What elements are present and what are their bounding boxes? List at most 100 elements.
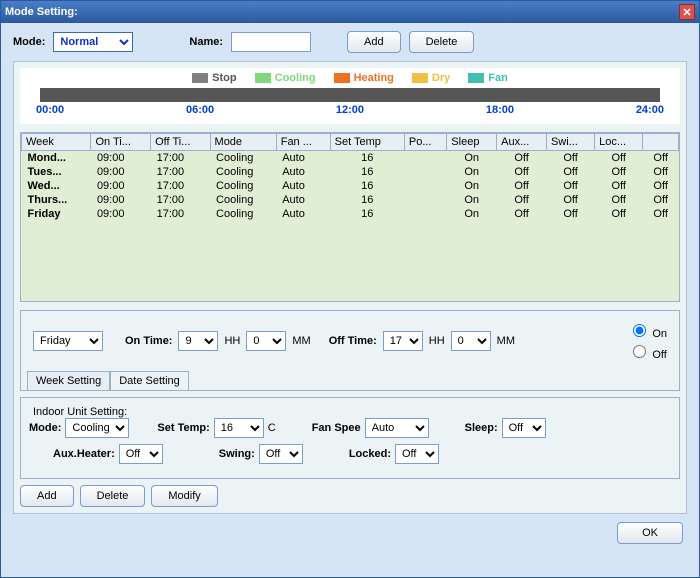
table-cell: 17:00	[151, 165, 210, 179]
settemp-label: Set Temp:	[157, 422, 209, 434]
delete-schedule-button[interactable]: Delete	[80, 485, 146, 507]
table-cell	[404, 179, 446, 193]
table-cell: Auto	[276, 165, 330, 179]
table-row[interactable]: Thurs...09:0017:00CoolingAuto16OnOffOffO…	[22, 193, 679, 207]
swing-label: Swing:	[219, 448, 255, 460]
day-select[interactable]: Friday	[33, 331, 103, 351]
mode-label: Mode:	[13, 36, 45, 48]
table-cell: On	[447, 193, 497, 207]
table-cell: Auto	[276, 151, 330, 166]
table-cell: 17:00	[151, 151, 210, 166]
table-cell: Off	[546, 179, 594, 193]
sleep-select[interactable]: Off	[502, 418, 546, 438]
on-mm-select[interactable]: 0	[246, 331, 286, 351]
table-cell: On	[447, 179, 497, 193]
table-cell: Off	[595, 179, 643, 193]
ok-button[interactable]: OK	[617, 522, 683, 544]
legend-item: Dry	[412, 72, 450, 84]
add-button[interactable]: Add	[347, 31, 401, 53]
tab-date-setting[interactable]: Date Setting	[110, 371, 189, 390]
legend-item: Heating	[334, 72, 394, 84]
mode-select[interactable]: Normal	[53, 32, 133, 52]
table-cell: Off	[643, 193, 679, 207]
table-cell: Wed...	[22, 179, 91, 193]
time-labels: 00:0006:0012:0018:0024:00	[36, 104, 664, 116]
column-header[interactable]: Swi...	[546, 134, 594, 151]
table-cell: Tues...	[22, 165, 91, 179]
table-cell: Off	[497, 207, 547, 221]
column-header[interactable]: Fan ...	[276, 134, 330, 151]
table-cell: Cooling	[210, 165, 276, 179]
column-header[interactable]: Week	[22, 134, 91, 151]
table-cell: Off	[497, 193, 547, 207]
table-row[interactable]: Wed...09:0017:00CoolingAuto16OnOffOffOff…	[22, 179, 679, 193]
tab-week-setting[interactable]: Week Setting	[27, 371, 110, 390]
table-cell: On	[447, 207, 497, 221]
table-cell: 16	[330, 193, 404, 207]
settemp-select[interactable]: 16	[214, 418, 264, 438]
table-cell: Off	[546, 207, 594, 221]
column-header[interactable]: Mode	[210, 134, 276, 151]
legend-item: Cooling	[255, 72, 316, 84]
table-cell: Off	[643, 179, 679, 193]
swing-select[interactable]: Off	[259, 444, 303, 464]
timeline-bar	[40, 88, 660, 102]
name-input[interactable]	[231, 32, 311, 52]
fanspeed-select[interactable]: Auto	[365, 418, 429, 438]
table-cell: On	[447, 165, 497, 179]
table-row[interactable]: Tues...09:0017:00CoolingAuto16OnOffOffOf…	[22, 165, 679, 179]
delete-button[interactable]: Delete	[409, 31, 475, 53]
table-cell: Off	[546, 151, 594, 166]
indoor-mode-label: Mode:	[29, 422, 61, 434]
ontime-label: On Time:	[125, 335, 172, 347]
time-tick: 12:00	[336, 104, 364, 116]
off-hh-select[interactable]: 17	[383, 331, 423, 351]
add-schedule-button[interactable]: Add	[20, 485, 74, 507]
time-tick: 24:00	[636, 104, 664, 116]
table-cell: Off	[497, 151, 547, 166]
offtime-label: Off Time:	[329, 335, 377, 347]
mm-label: MM	[292, 335, 310, 347]
time-tick: 00:00	[36, 104, 64, 116]
column-header[interactable]	[643, 134, 679, 151]
table-cell: Mond...	[22, 151, 91, 166]
locked-select[interactable]: Off	[395, 444, 439, 464]
table-cell: Cooling	[210, 193, 276, 207]
table-row[interactable]: Friday09:0017:00CoolingAuto16OnOffOffOff…	[22, 207, 679, 221]
column-header[interactable]: Aux...	[497, 134, 547, 151]
table-cell: Cooling	[210, 151, 276, 166]
close-icon[interactable]: ✕	[679, 4, 695, 20]
table-cell: Off	[546, 193, 594, 207]
table-cell: Off	[497, 165, 547, 179]
table-cell: 16	[330, 179, 404, 193]
aux-label: Aux.Heater:	[53, 448, 115, 460]
column-header[interactable]: Set Temp	[330, 134, 404, 151]
table-row[interactable]: Mond...09:0017:00CoolingAuto16OnOffOffOf…	[22, 151, 679, 166]
table-cell: Auto	[276, 193, 330, 207]
column-header[interactable]: Off Ti...	[151, 134, 210, 151]
indoor-mode-select[interactable]: Cooling	[65, 418, 129, 438]
hh-label: HH	[224, 335, 240, 347]
table-cell	[404, 193, 446, 207]
table-cell: 09:00	[91, 207, 151, 221]
table-cell: Cooling	[210, 207, 276, 221]
table-cell: On	[447, 151, 497, 166]
column-header[interactable]: On Ti...	[91, 134, 151, 151]
table-cell: Off	[595, 193, 643, 207]
on-hh-select[interactable]: 9	[178, 331, 218, 351]
off-mm-select[interactable]: 0	[451, 331, 491, 351]
aux-select[interactable]: Off	[119, 444, 163, 464]
schedule-table: WeekOn Ti...Off Ti...ModeFan ...Set Temp…	[20, 132, 680, 302]
modify-button[interactable]: Modify	[151, 485, 217, 507]
table-cell: Off	[643, 151, 679, 166]
column-header[interactable]: Po...	[404, 134, 446, 151]
table-cell: Off	[595, 207, 643, 221]
column-header[interactable]: Sleep	[447, 134, 497, 151]
off-radio[interactable]: Off	[628, 342, 667, 361]
column-header[interactable]: Loc...	[595, 134, 643, 151]
legend-item: Stop	[192, 72, 236, 84]
on-radio[interactable]: On	[628, 321, 667, 340]
time-tick: 18:00	[486, 104, 514, 116]
table-cell: 17:00	[151, 193, 210, 207]
legend: StopCoolingHeatingDryFan 00:0006:0012:00…	[20, 68, 680, 124]
